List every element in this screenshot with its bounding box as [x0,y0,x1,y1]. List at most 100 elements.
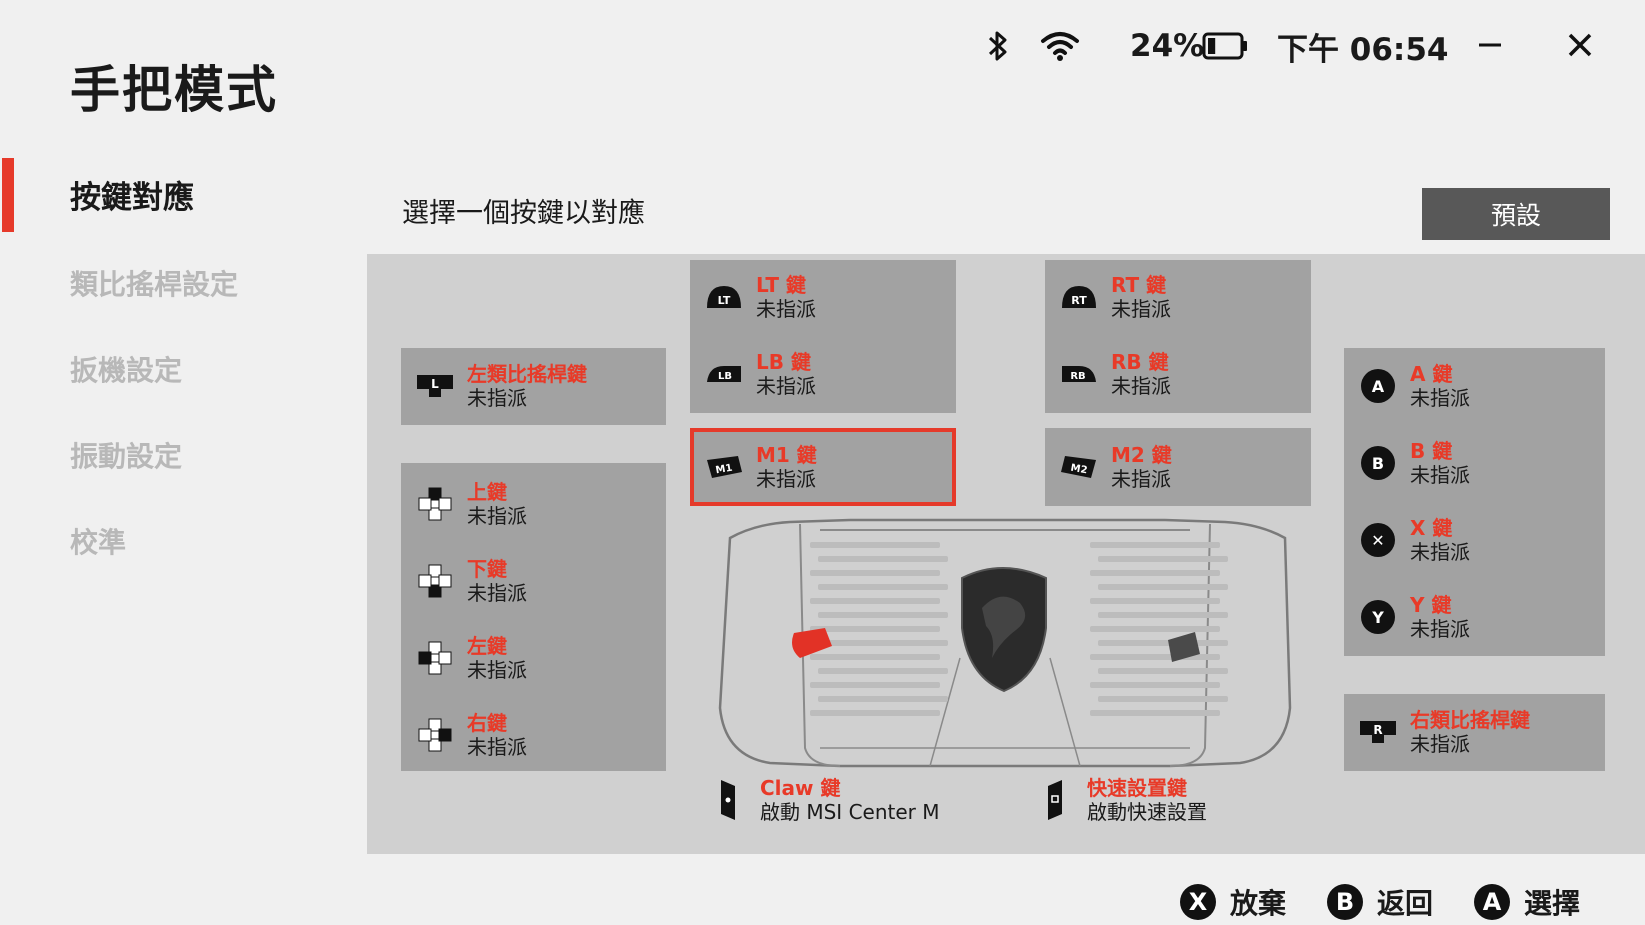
svg-text:✕: ✕ [1371,531,1384,550]
svg-text:RB: RB [1070,371,1085,382]
back-button[interactable]: B 返回 [1327,880,1433,924]
key-name: Y 鍵 [1410,593,1452,617]
key-value: 啟動快速設置 [1087,800,1207,824]
key-value: 未指派 [467,386,527,410]
svg-text:L: L [431,377,439,391]
key-quick-settings[interactable]: 快速設置鍵 啟動快速設置 [1027,775,1287,825]
svg-text:A: A [1372,377,1385,396]
minimize-button[interactable] [1467,22,1513,68]
x-button-icon: X [1180,884,1216,920]
app-title: 手把模式 [70,61,278,119]
key-name: 左類比搖桿鍵 [467,362,587,386]
m2-icon: M2 [1059,447,1099,487]
discard-button[interactable]: X 放棄 [1180,880,1286,924]
key-name: 下鍵 [467,557,507,581]
dpad-card: 上鍵 未指派 下鍵 未指派 左鍵 未指派 右鍵 未指派 [401,463,666,771]
key-name: LT 鍵 [756,273,807,297]
quick-settings-key-icon [1035,780,1075,820]
key-name: 上鍵 [467,480,507,504]
m1-icon: M1 [704,447,744,487]
svg-text:RT: RT [1071,294,1087,307]
key-rb[interactable]: RB RB 鍵未指派 [1045,349,1311,399]
key-m1[interactable]: M1 M1 鍵未指派 [690,442,956,492]
key-value: 未指派 [1410,463,1470,487]
key-value: 未指派 [1111,467,1171,491]
close-button[interactable] [1557,22,1603,68]
sidebar-item-button-mapping[interactable]: 按鍵對應 [70,172,194,217]
key-name: X 鍵 [1410,516,1453,540]
right-shoulder-card: RT RT 鍵未指派 RB RB 鍵未指派 [1045,260,1311,413]
key-m2[interactable]: M2 M2 鍵未指派 [1045,442,1311,492]
rt-icon: RT [1059,277,1099,317]
key-right[interactable]: 右鍵 未指派 [401,710,666,760]
y-button-icon: Y [1358,597,1398,637]
key-value: 未指派 [1410,617,1470,641]
battery-percent: 24% [1130,28,1205,64]
key-lt[interactable]: LT LT 鍵未指派 [690,272,956,322]
svg-text:LT: LT [718,294,731,307]
key-name: RB 鍵 [1111,350,1169,374]
a-button-icon: A [1474,884,1510,920]
sidebar-item-calibration[interactable]: 校準 [70,521,126,561]
key-value: 未指派 [467,658,527,682]
dpad-up-icon [415,484,455,524]
svg-text:R: R [1373,723,1382,737]
clock: 下午 06:54 [1277,31,1449,68]
lb-icon: LB [704,354,744,394]
sidebar-active-marker [2,158,14,232]
a-button-icon: A [1358,366,1398,406]
right-stick-icon: R [1358,712,1398,752]
x-button-icon: ✕ [1358,520,1398,560]
key-up[interactable]: 上鍵 未指派 [401,479,666,529]
wifi-icon[interactable] [1040,26,1080,66]
key-name: RT 鍵 [1111,273,1167,297]
key-value: 未指派 [756,467,816,491]
bluetooth-icon[interactable] [985,26,1011,66]
right-stick-card: R 右類比搖桿鍵 未指派 [1344,694,1605,771]
key-claw[interactable]: Claw 鍵啟動 MSI Center M [700,775,980,825]
left-stick-card: L 左類比搖桿鍵 未指派 [401,348,666,425]
sidebar-item-vibration-settings[interactable]: 振動設定 [70,435,182,475]
claw-key-icon [708,780,748,820]
key-name: 右類比搖桿鍵 [1410,708,1530,732]
key-name: 快速設置鍵 [1087,776,1187,800]
key-value: 未指派 [1111,297,1171,321]
left-stick-icon: L [415,366,455,406]
b-button-icon: B [1327,884,1363,920]
key-value: 未指派 [1111,374,1171,398]
default-button[interactable]: 預設 [1422,188,1610,240]
key-value: 未指派 [467,581,527,605]
key-value: 未指派 [1410,732,1470,756]
key-right-stick[interactable]: R 右類比搖桿鍵 未指派 [1344,707,1605,757]
instruction-text: 選擇一個按鍵以對應 [402,198,645,229]
key-a[interactable]: A A 鍵未指派 [1344,361,1605,411]
key-left[interactable]: 左鍵 未指派 [401,633,666,683]
key-lb[interactable]: LB LB 鍵未指派 [690,349,956,399]
key-down[interactable]: 下鍵 未指派 [401,556,666,606]
key-name: A 鍵 [1410,362,1453,386]
key-rt[interactable]: RT RT 鍵未指派 [1045,272,1311,322]
key-y[interactable]: Y Y 鍵未指派 [1344,592,1605,642]
key-b[interactable]: B B 鍵未指派 [1344,438,1605,488]
key-value: 未指派 [756,374,816,398]
svg-text:Y: Y [1371,608,1384,627]
key-name: 右鍵 [467,711,507,735]
key-x[interactable]: ✕ X 鍵未指派 [1344,515,1605,565]
svg-text:M2: M2 [1070,463,1089,477]
dpad-down-icon [415,561,455,601]
lt-icon: LT [704,277,744,317]
m1-card: M1 M1 鍵未指派 [690,428,956,506]
sidebar-item-trigger-settings[interactable]: 扳機設定 [70,349,182,389]
svg-text:LB: LB [718,371,732,382]
select-button[interactable]: A 選擇 [1474,880,1580,924]
key-name: M1 鍵 [756,443,817,467]
m2-card: M2 M2 鍵未指派 [1045,428,1311,506]
dpad-right-icon [415,715,455,755]
key-left-stick[interactable]: L 左類比搖桿鍵 未指派 [401,361,666,411]
key-value: 未指派 [467,504,527,528]
sidebar-item-stick-settings[interactable]: 類比搖桿設定 [70,263,238,303]
face-buttons-card: A A 鍵未指派 B B 鍵未指派 ✕ X 鍵未指派 Y Y 鍵未指派 [1344,348,1605,656]
svg-text:B: B [1372,454,1384,473]
key-value: 未指派 [1410,540,1470,564]
svg-text:M1: M1 [715,463,734,477]
